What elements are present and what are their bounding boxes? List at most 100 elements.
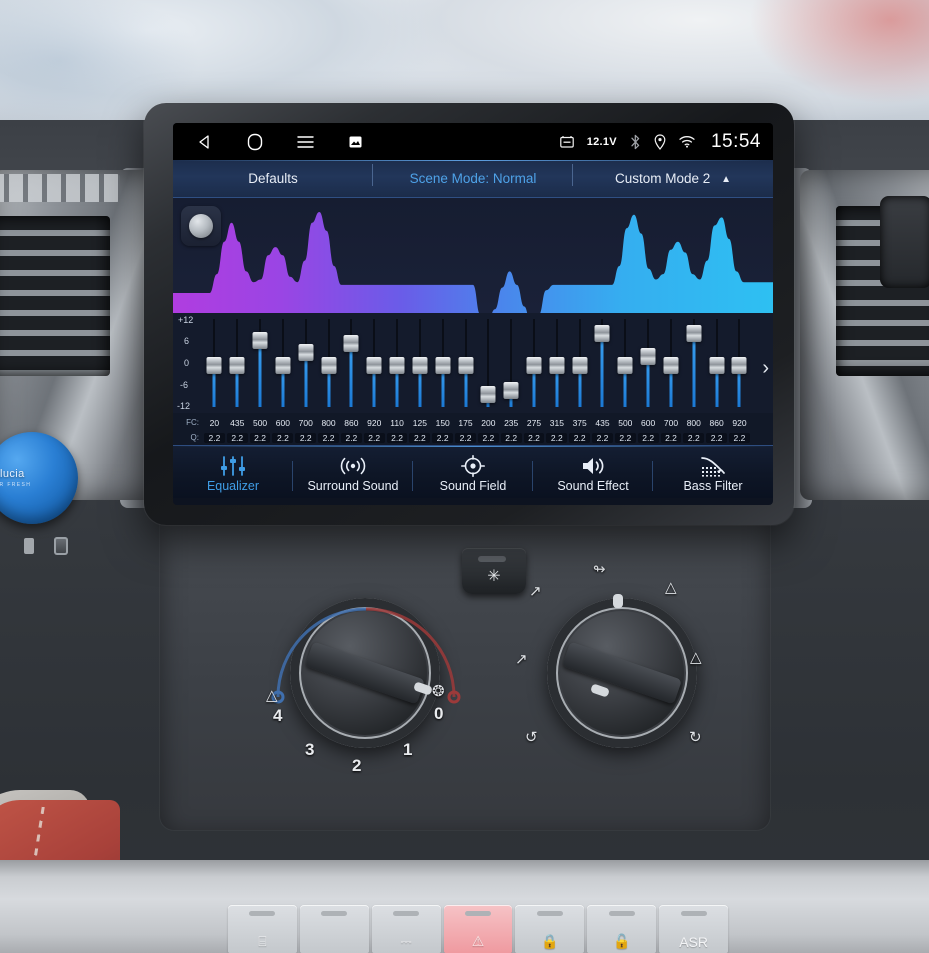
eq-band-21[interactable] [682,313,705,413]
q-value[interactable]: 2.2 [249,432,271,443]
eq-band-thumb[interactable] [458,357,474,374]
q-value[interactable]: 2.2 [500,432,522,443]
q-value[interactable]: 2.2 [340,432,362,443]
eq-band-17[interactable] [591,313,614,413]
blank-button[interactable] [299,905,369,953]
q-value[interactable]: 2.2 [523,432,545,443]
eq-band-thumb[interactable] [594,325,610,343]
eq-band-18[interactable] [614,313,637,413]
q-value[interactable]: 2.2 [204,432,225,443]
scene-mode-button[interactable]: Scene Mode: Normal [373,164,573,186]
eq-band-13[interactable] [500,313,523,413]
q-value[interactable]: 2.2 [226,432,248,443]
eq-band-thumb[interactable] [617,357,633,374]
eq-band-14[interactable] [523,313,546,413]
lock-button[interactable]: 🔒 [515,905,585,953]
eq-band-9[interactable] [408,313,431,413]
q-value[interactable]: 2.2 [409,432,431,443]
eq-band-thumb[interactable] [343,334,359,352]
q-value[interactable]: 2.2 [637,432,659,443]
eq-band-2[interactable] [249,313,272,413]
eq-band-thumb[interactable] [549,357,565,374]
q-value[interactable]: 2.2 [614,432,636,443]
eq-band-23[interactable] [728,313,751,413]
eq-band-thumb[interactable] [366,357,382,374]
eq-band-16[interactable] [568,313,591,413]
q-value[interactable]: 2.2 [569,432,591,443]
q-value[interactable]: 2.2 [295,432,317,443]
eq-band-4[interactable] [294,313,317,413]
eq-band-thumb[interactable] [252,331,268,349]
tab-surround-sound[interactable]: Surround Sound [293,451,413,493]
eq-band-22[interactable] [705,313,728,413]
tab-equalizer[interactable]: Equalizer [173,451,293,493]
q-value[interactable]: 2.2 [592,432,613,443]
eq-band-thumb[interactable] [686,325,702,343]
tab-sound-effect[interactable]: Sound Effect [533,451,653,493]
eq-band-thumb[interactable] [572,357,588,374]
eq-band-thumb[interactable] [389,357,405,374]
spectrum-visualizer[interactable] [173,198,773,313]
rear-window-button[interactable]: ⌸ [228,905,297,953]
next-page-arrow[interactable]: › [762,357,769,380]
axis-label-6: 6 [184,336,190,346]
q-value[interactable]: 2.2 [729,432,750,443]
eq-band-thumb[interactable] [663,357,679,374]
eq-band-11[interactable] [454,313,477,413]
q-value[interactable]: 2.2 [455,432,476,443]
eq-band-thumb[interactable] [298,344,314,362]
q-value[interactable]: 2.2 [386,432,408,443]
tab-sound-field[interactable]: Sound Field [413,451,533,493]
hvac-mode-knob[interactable]: ↗ ↗ ↬ △ △ ↺ ↻ [515,561,702,748]
q-value[interactable]: 2.2 [432,432,454,443]
eq-band-thumb[interactable] [709,357,725,374]
tab-bass-filter[interactable]: Bass Filter [653,451,773,493]
ac-button-notch [478,556,506,562]
q-value[interactable]: 2.2 [706,432,728,443]
eq-band-thumb[interactable] [321,357,337,374]
eq-band-15[interactable] [545,313,568,413]
eq-band-1[interactable] [226,313,249,413]
hazard-button[interactable]: ⚠ [443,905,513,953]
eq-band-3[interactable] [271,313,294,413]
spectrum-handle[interactable] [181,206,221,246]
eq-band-thumb[interactable] [480,385,496,403]
eq-band-thumb[interactable] [412,357,428,374]
hvac-fan-knob[interactable]: 4 3 2 1 0 △ ❂ [266,598,461,775]
eq-band-20[interactable] [660,313,683,413]
eq-band-thumb[interactable] [503,382,519,400]
q-value[interactable]: 2.2 [363,432,385,443]
tab-label: Equalizer [206,479,260,493]
unlock-button[interactable]: 🔓 [587,905,657,953]
home-icon[interactable] [245,132,265,152]
eq-band-0[interactable] [203,313,226,413]
eq-band-thumb[interactable] [731,357,747,374]
fog-light-button[interactable]: ⎓ [371,905,441,953]
eq-band-7[interactable] [363,313,386,413]
eq-band-5[interactable] [317,313,340,413]
back-icon[interactable] [195,132,215,152]
fog-light-icon: ⎓ [400,933,412,949]
q-value[interactable]: 2.2 [546,432,568,443]
asr-button[interactable]: ASR [659,905,729,953]
q-value[interactable]: 2.2 [477,432,499,443]
eq-band-6[interactable] [340,313,363,413]
eq-band-10[interactable] [431,313,454,413]
q-value[interactable]: 2.2 [683,432,705,443]
eq-band-thumb[interactable] [640,347,656,365]
eq-band-thumb[interactable] [435,357,451,374]
eq-band-thumb[interactable] [229,357,245,374]
q-value[interactable]: 2.2 [318,432,339,443]
menu-icon[interactable] [295,132,315,152]
q-value[interactable]: 2.2 [660,432,682,443]
defaults-button[interactable]: Defaults [173,164,373,186]
eq-band-thumb[interactable] [275,357,291,374]
eq-band-thumb[interactable] [526,357,542,374]
screenshot-icon[interactable] [345,132,365,152]
eq-band-8[interactable] [386,313,409,413]
eq-band-12[interactable] [477,313,500,413]
eq-band-thumb[interactable] [206,357,222,374]
custom-mode-dropdown[interactable]: Custom Mode 2 ▲ [573,171,773,186]
q-value[interactable]: 2.2 [272,432,294,443]
eq-band-19[interactable] [637,313,660,413]
